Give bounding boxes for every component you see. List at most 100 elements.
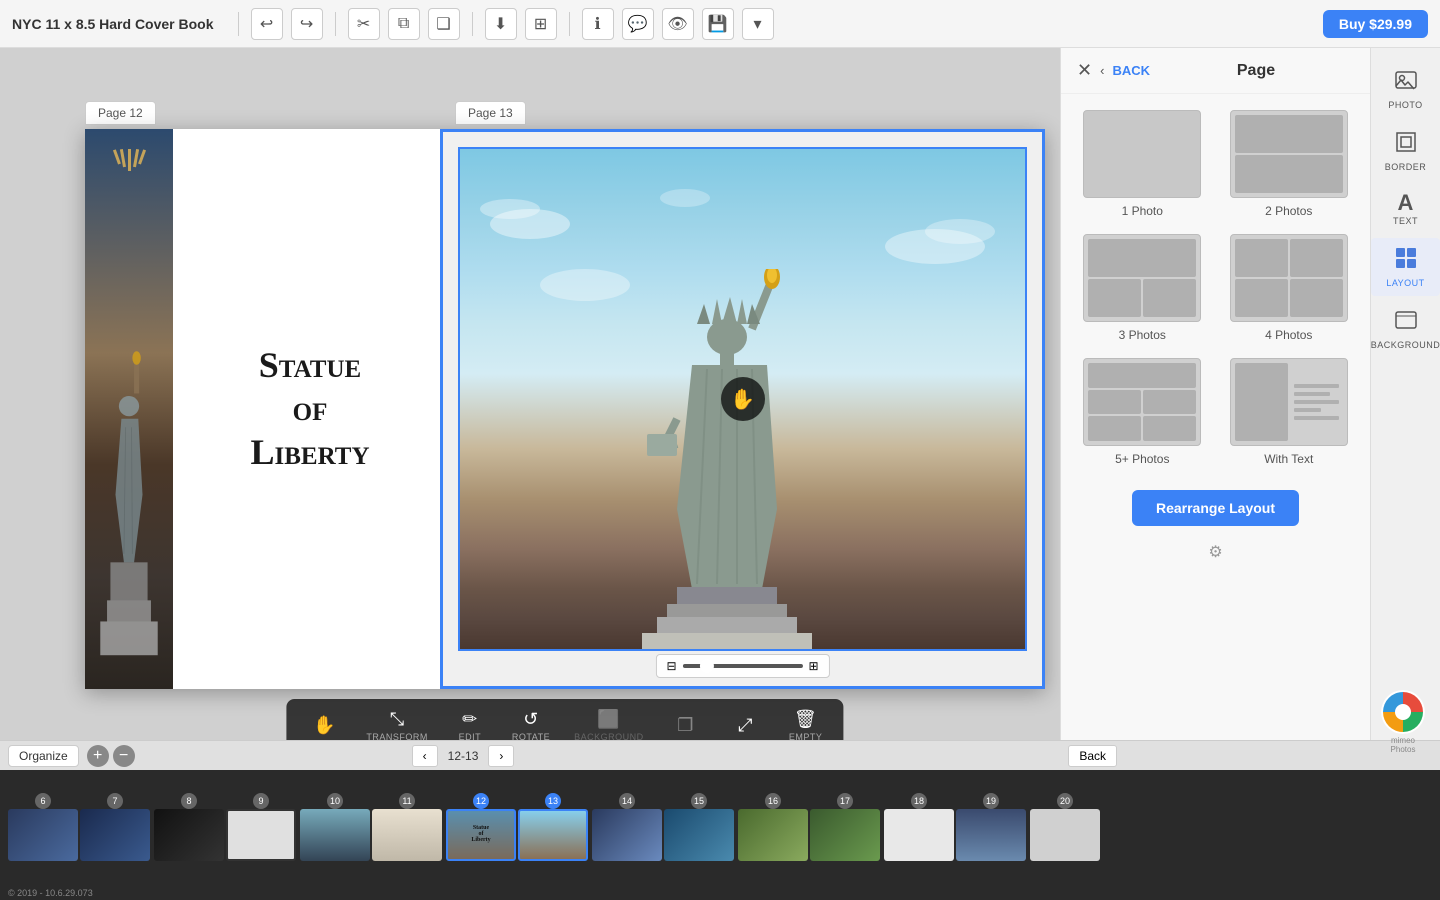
top-toolbar: NYC 11 x 8.5 Hard Cover Book ↩ ↪ ✂ ⧉ ❑ ⬇… xyxy=(0,0,1440,48)
thumb-bg-16 xyxy=(738,809,808,861)
save-button[interactable]: 💾 xyxy=(702,8,734,40)
copy-button[interactable]: ⧉ xyxy=(388,8,420,40)
strip-border-btn[interactable]: BORDER xyxy=(1371,122,1440,180)
strip-background-btn[interactable]: BACKGROUND xyxy=(1371,300,1440,358)
buy-button[interactable]: Buy $29.99 xyxy=(1323,10,1428,38)
fullscreen-icon: ⤢ xyxy=(738,715,753,736)
layer-btn[interactable]: ❐ xyxy=(656,709,716,742)
delete-icon: 🗑 xyxy=(794,709,817,730)
strip-photo-btn[interactable]: PHOTO xyxy=(1371,60,1440,118)
ph-5-4 xyxy=(1143,416,1196,441)
film-thumb-9[interactable]: 9 xyxy=(226,809,296,861)
thumb-bg-11 xyxy=(372,809,442,861)
page-num-13: 13 xyxy=(545,793,561,809)
layout-2photos-label: 2 Photos xyxy=(1265,204,1312,218)
film-thumb-20[interactable]: 20 xyxy=(1030,809,1100,861)
download-button[interactable]: ⬇ xyxy=(485,8,517,40)
layout-withtext[interactable]: With Text xyxy=(1224,358,1355,466)
mimeo-logo-area: mimeoPhotos xyxy=(1381,690,1425,755)
rearrange-layout-btn[interactable]: Rearrange Layout xyxy=(1132,490,1299,526)
spike-5 xyxy=(138,149,146,164)
strip-layout-btn[interactable]: LAYOUT xyxy=(1371,238,1440,296)
next-page-btn[interactable]: › xyxy=(488,745,514,767)
film-thumb-15[interactable]: 15 xyxy=(664,809,734,861)
film-thumb-7[interactable]: 7 xyxy=(80,809,150,861)
film-thumb-12[interactable]: 12 StatueofLiberty xyxy=(446,809,516,861)
comment-button[interactable]: 💬 xyxy=(622,8,654,40)
film-pair-14-15: 14 15 xyxy=(592,809,734,861)
film-thumb-13[interactable]: 13 xyxy=(518,809,588,861)
cut-button[interactable]: ✂ xyxy=(348,8,380,40)
layout-1photo-label: 1 Photo xyxy=(1122,204,1163,218)
layout-4photos[interactable]: 4 Photos xyxy=(1224,234,1355,342)
layout-1photo[interactable]: 1 Photo xyxy=(1077,110,1208,218)
layout-icon xyxy=(1394,246,1418,276)
organize-btn[interactable]: Organize xyxy=(8,745,79,767)
background-icon: ⬜ xyxy=(597,709,620,730)
add-page-btn[interactable]: + xyxy=(87,745,109,767)
layout-withtext-label: With Text xyxy=(1264,452,1313,466)
panel-close-btn[interactable]: ✕ xyxy=(1077,60,1092,81)
layout-ph-4c xyxy=(1235,279,1288,317)
film-thumb-18[interactable]: 18 xyxy=(884,809,954,861)
panel-bottom: ⚙ xyxy=(1061,534,1370,570)
thumb-bg-13 xyxy=(518,809,588,861)
photo-icon xyxy=(1394,68,1418,98)
more-button[interactable]: ▾ xyxy=(742,8,774,40)
page-right[interactable]: ✋ ⊟ ⊞ xyxy=(440,129,1045,689)
zoom-bar: ⊟ ⊞ xyxy=(655,654,829,678)
fullscreen-btn[interactable]: ⤢ xyxy=(716,709,776,742)
zoom-thumb[interactable] xyxy=(700,659,714,673)
photo-strip-label: PHOTO xyxy=(1388,100,1422,110)
settings-icon[interactable]: ⚙ xyxy=(1208,542,1222,562)
hand-tool-btn[interactable]: ✋ xyxy=(294,709,354,742)
page-num-15: 15 xyxy=(691,793,707,809)
copyright: © 2019 - 10.6.29.073 xyxy=(8,888,93,898)
strip-text-btn[interactable]: A TEXT xyxy=(1371,184,1440,234)
layout-5plus-thumb xyxy=(1083,358,1201,446)
layout-2photos[interactable]: 2 Photos xyxy=(1224,110,1355,218)
preview-button[interactable]: 👁 xyxy=(662,8,694,40)
main-photo[interactable]: ✋ xyxy=(458,147,1027,651)
move-cursor[interactable]: ✋ xyxy=(721,377,765,421)
chevron-left-icon: ‹ xyxy=(1100,63,1104,78)
page-num-10: 10 xyxy=(327,793,343,809)
film-thumb-16[interactable]: 16 xyxy=(738,809,808,861)
thumb-bg-6 xyxy=(8,809,78,861)
remove-page-btn[interactable]: − xyxy=(113,745,135,767)
film-pair-6-7: 6 7 xyxy=(8,809,150,861)
page-num-12: 12 xyxy=(473,793,489,809)
layout-ph-b xyxy=(1143,279,1196,317)
expand-button[interactable]: ⊞ xyxy=(525,8,557,40)
panel-back-btn[interactable]: BACK xyxy=(1112,63,1150,78)
page-left: StatueofLiberty xyxy=(85,129,440,689)
film-thumb-11[interactable]: 11 xyxy=(372,809,442,861)
thumb-bg-7 xyxy=(80,809,150,861)
zoom-slider[interactable] xyxy=(683,664,803,668)
redo-button[interactable]: ↪ xyxy=(291,8,323,40)
thumb-bg-14 xyxy=(592,809,662,861)
film-thumb-8[interactable]: 8 xyxy=(154,809,224,861)
film-thumb-14[interactable]: 14 xyxy=(592,809,662,861)
film-thumb-17[interactable]: 17 xyxy=(810,809,880,861)
crown-decoration xyxy=(90,149,168,171)
film-thumb-19[interactable]: 19 xyxy=(956,809,1026,861)
info-button[interactable]: ℹ xyxy=(582,8,614,40)
text-line-3 xyxy=(1294,400,1339,404)
layout-5plus[interactable]: 5+ Photos xyxy=(1077,358,1208,466)
film-pair-20: 20 xyxy=(1030,809,1100,861)
page-num-17: 17 xyxy=(837,793,853,809)
background-strip-icon xyxy=(1394,308,1418,338)
border-icon xyxy=(1394,130,1418,160)
paste-button[interactable]: ❑ xyxy=(428,8,460,40)
layout-ph-full xyxy=(1088,239,1196,277)
film-thumb-10[interactable]: 10 xyxy=(300,809,370,861)
transform-icon: ⤡ xyxy=(390,709,405,730)
border-strip-label: BORDER xyxy=(1385,162,1427,172)
layout-3photos[interactable]: 3 Photos xyxy=(1077,234,1208,342)
undo-button[interactable]: ↩ xyxy=(251,8,283,40)
prev-page-btn[interactable]: ‹ xyxy=(412,745,438,767)
back-to-book-btn[interactable]: Back xyxy=(1068,745,1117,767)
film-pair-16-17: 16 17 xyxy=(738,809,880,861)
film-thumb-6[interactable]: 6 xyxy=(8,809,78,861)
